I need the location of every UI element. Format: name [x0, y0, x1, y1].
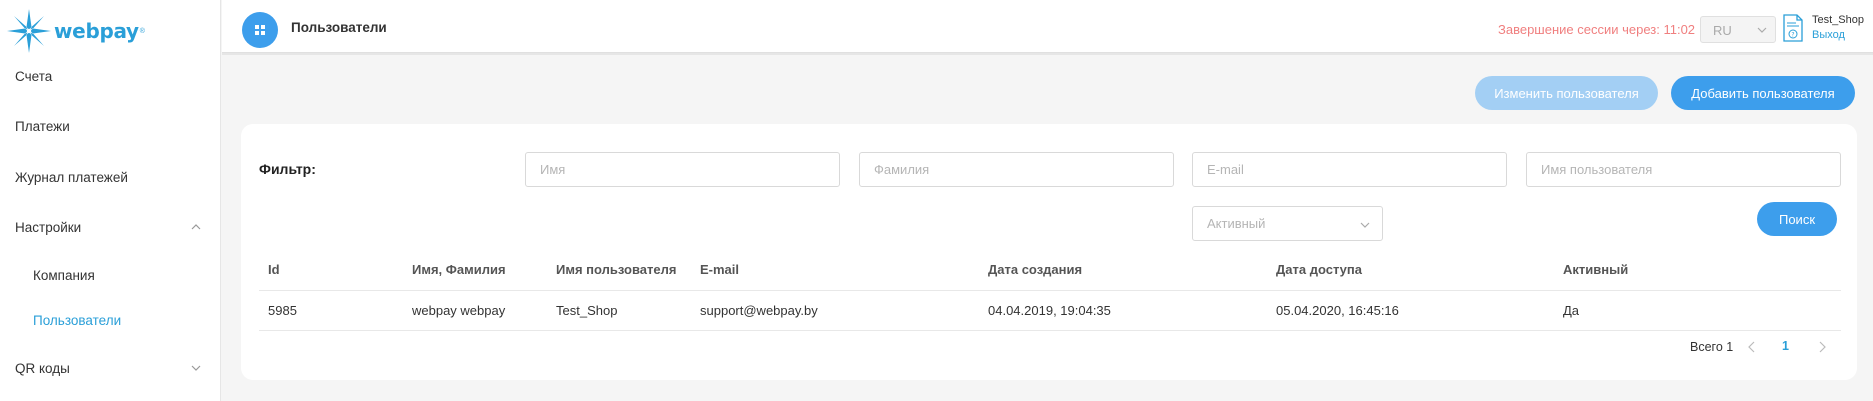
chevron-down-icon: [1757, 27, 1767, 33]
session-timer: Завершение сессии через: 11:02: [1498, 22, 1696, 37]
sidebar-item-label: QR коды: [15, 360, 70, 376]
chevron-right-icon[interactable]: [1817, 341, 1827, 353]
sidebar-item-users[interactable]: Пользователи: [0, 300, 221, 340]
page-title: Пользователи: [291, 20, 387, 35]
header-divider: [222, 53, 1873, 55]
sidebar: webpay ® Счета Платежи Журнал платежей Н…: [0, 0, 221, 401]
email-input[interactable]: E-mail: [1192, 152, 1507, 187]
add-user-button[interactable]: Добавить пользователя: [1671, 76, 1855, 110]
brand-registered-mark: ®: [139, 27, 145, 35]
top-header: Пользователи Завершение сессии через: 11…: [222, 0, 1873, 53]
grid-icon: [255, 25, 265, 35]
column-header-email: E-mail: [700, 262, 740, 277]
first-name-input[interactable]: Имя: [525, 152, 840, 187]
table-header-divider: [259, 290, 1841, 291]
logo[interactable]: webpay ®: [6, 8, 145, 54]
column-header-last-access: Дата доступа: [1276, 262, 1362, 277]
sidebar-item-company[interactable]: Компания: [0, 255, 221, 295]
cell-created: 04.04.2019, 19:04:35: [988, 303, 1111, 318]
filter-label: Фильтр:: [259, 161, 316, 177]
svg-text:?: ?: [1791, 32, 1794, 39]
users-card: Фильтр: Имя Фамилия E-mail Имя пользоват…: [241, 124, 1857, 380]
pagination-total: Всего 1: [1690, 340, 1734, 354]
cell-email: support@webpay.by: [700, 303, 818, 318]
sidebar-item-payment-log[interactable]: Журнал платежей: [0, 157, 221, 197]
edit-user-button[interactable]: Изменить пользователя: [1475, 76, 1658, 110]
username-input[interactable]: Имя пользователя: [1526, 152, 1841, 187]
user-name: Test_Shop: [1812, 14, 1864, 26]
chevron-left-icon[interactable]: [1747, 341, 1757, 353]
active-select-placeholder: Активный: [1207, 216, 1266, 231]
cell-id: 5985: [268, 303, 297, 318]
column-header-username: Имя пользователя: [556, 262, 677, 277]
column-header-created: Дата создания: [988, 262, 1083, 277]
pagination-page[interactable]: 1: [1782, 339, 1789, 353]
sidebar-item-label: Журнал платежей: [15, 169, 128, 185]
sidebar-item-label: Платежи: [15, 118, 70, 134]
cell-full-name: webpay webpay: [412, 303, 506, 318]
logout-link[interactable]: Выход: [1812, 29, 1845, 41]
last-name-input[interactable]: Фамилия: [859, 152, 1174, 187]
sidebar-item-settings[interactable]: Настройки: [0, 207, 221, 247]
search-button[interactable]: Поиск: [1757, 202, 1837, 236]
language-value: RU: [1713, 23, 1732, 38]
column-header-id: Id: [268, 262, 280, 277]
language-select[interactable]: RU: [1700, 16, 1776, 43]
column-header-full-name: Имя, Фамилия: [412, 262, 506, 277]
table-row-divider: [259, 330, 1841, 331]
user-document-icon[interactable]: ?: [1782, 14, 1804, 42]
column-header-active: Активный: [1563, 262, 1629, 277]
sidebar-item-label: Настройки: [15, 219, 82, 235]
brand-name: webpay: [54, 19, 139, 43]
chevron-up-icon: [191, 224, 201, 230]
chevron-down-icon: [1360, 222, 1370, 228]
sidebar-item-label: Пользователи: [33, 312, 122, 328]
sidebar-item-qr-codes[interactable]: QR коды: [0, 348, 221, 388]
chevron-down-icon: [191, 365, 201, 371]
menu-button[interactable]: [242, 12, 278, 48]
webpay-star-icon: [7, 9, 51, 53]
sidebar-item-invoices[interactable]: Счета: [0, 56, 221, 96]
cell-username: Test_Shop: [556, 303, 618, 318]
active-select[interactable]: Активный: [1192, 206, 1383, 241]
cell-active: Да: [1563, 303, 1580, 318]
cell-last-access: 05.04.2020, 16:45:16: [1276, 303, 1399, 318]
sidebar-item-label: Компания: [33, 267, 95, 283]
sidebar-item-label: Счета: [15, 68, 53, 84]
sidebar-item-payments[interactable]: Платежи: [0, 106, 221, 146]
